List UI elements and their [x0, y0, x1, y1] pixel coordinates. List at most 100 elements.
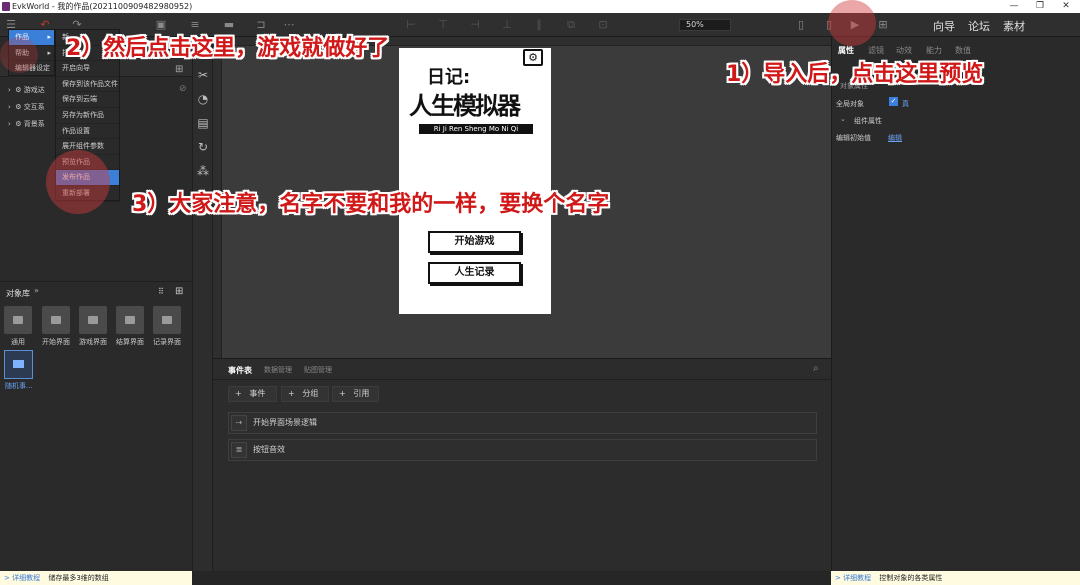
random-event-object[interactable]	[4, 350, 33, 379]
align-top-icon[interactable]: ⊥	[500, 18, 514, 31]
submenu-item[interactable]: 作品设置	[56, 124, 119, 140]
left-status-bar: > 详细教程 储存最多3维的数组	[0, 571, 192, 585]
add-object-icon[interactable]: ⊞	[175, 286, 183, 297]
add-group-button[interactable]: + 分组	[281, 386, 329, 402]
folder-icon	[13, 316, 23, 324]
flow-icon: ⇢	[231, 415, 247, 431]
scissors-icon[interactable]: ✂	[196, 68, 210, 82]
global-object-label: 全局对象	[836, 100, 864, 108]
layer-icon[interactable]: ⧉	[564, 18, 578, 31]
hide-icon[interactable]: ⊘	[179, 84, 187, 94]
align-center-icon[interactable]: ⊤	[436, 18, 450, 31]
global-value: 真	[902, 100, 909, 108]
add-reference-button[interactable]: + 引用	[332, 386, 379, 402]
folder-icon	[125, 316, 135, 324]
align-right-icon[interactable]: ⊣	[468, 18, 482, 31]
preview-highlight	[828, 0, 876, 46]
object-label: 结算界面	[116, 338, 144, 346]
submenu-item[interactable]: 保存到该作品文件	[56, 77, 119, 93]
speed-icon[interactable]: ◔	[196, 92, 210, 106]
settings-gear-icon[interactable]: ⚙	[523, 49, 543, 66]
object-folder[interactable]	[116, 306, 144, 334]
publish-icon[interactable]: ⊞	[876, 18, 890, 31]
refresh-icon[interactable]: ↻	[196, 140, 210, 154]
phone-portrait-icon[interactable]: ▯	[794, 18, 808, 31]
library-title: 对象库	[6, 289, 30, 298]
tree-item[interactable]: › ⚙ 游戏达	[8, 85, 45, 95]
folder-icon	[51, 316, 61, 324]
event-row-label: 开始界面场景逻辑	[253, 418, 317, 427]
data-table-icon	[13, 360, 24, 368]
annotation-step3: 3）大家注意，名字不要和我的一样，要换个名字	[132, 192, 610, 217]
lock-icon[interactable]: ⊡	[596, 18, 610, 31]
object-label: 游戏界面	[79, 338, 107, 346]
nodes-icon[interactable]: ⁂	[196, 164, 210, 178]
search-icon[interactable]: ⌕	[813, 363, 819, 374]
add-event-button[interactable]: + 事件	[228, 386, 277, 402]
submenu-item[interactable]: 开启向导	[56, 61, 119, 77]
object-folder[interactable]	[153, 306, 181, 334]
grid-view-icon[interactable]: ⠿	[158, 287, 164, 296]
tutorial-link[interactable]: > 详细教程	[0, 574, 40, 582]
annotation-step2: 2）然后点击这里，游戏就做好了	[66, 36, 390, 61]
object-label: 通用	[11, 338, 25, 346]
minimize-button[interactable]: —	[1002, 0, 1026, 13]
annotation-step1: 1）导入后，点击这里预览	[726, 62, 984, 87]
tool-strip: ✂ ◔ ▤ ↻ ⁂	[192, 37, 213, 571]
right-panel: 属性 滤镜 动效 能力 数值 [对 对象属性 全局对象 ✓ 真 ⌄ 组件属性 编…	[831, 37, 1080, 571]
random-event-label: 随机事...	[5, 382, 33, 390]
global-checkbox[interactable]: ✓	[889, 97, 898, 106]
object-folder[interactable]	[42, 306, 70, 334]
object-folder[interactable]	[4, 306, 32, 334]
folder-icon	[162, 316, 172, 324]
tab-ability[interactable]: 能力	[926, 45, 942, 56]
add-scene-icon[interactable]: ⊞	[175, 64, 183, 75]
distribute-icon[interactable]: ∥	[532, 18, 546, 31]
close-button[interactable]: ✕	[1054, 0, 1078, 13]
status-text: 控制对象的各类属性	[879, 574, 943, 582]
object-label: 开始界面	[42, 338, 70, 346]
tab-sticker-manage[interactable]: 贴图管理	[304, 365, 332, 375]
publish-highlight	[46, 150, 110, 214]
tab-filters[interactable]: 滤镜	[868, 45, 884, 56]
window-title: EvkWorld - 我的作品(20211009094829809​52)	[12, 2, 193, 11]
edit-init-label: 编辑初始值	[836, 134, 871, 142]
picture-icon[interactable]: ▤	[196, 116, 210, 130]
chevron-down-icon[interactable]: ⌄	[840, 115, 846, 123]
event-row[interactable]: ⇢ 开始界面场景逻辑	[228, 412, 817, 434]
expand-icon[interactable]: »	[34, 286, 39, 295]
zoom-select[interactable]: 50%	[679, 19, 731, 31]
window-titlebar: EvkWorld - 我的作品(20211009094829809​52) — …	[0, 0, 1080, 13]
object-folder[interactable]	[79, 306, 107, 334]
tab-data-manage[interactable]: 数据管理	[264, 365, 292, 375]
tree-item[interactable]: › ⚙ 交互系	[8, 102, 45, 112]
game-subtitle: Ri Ji Ren Sheng Mo Ni Qi	[419, 124, 533, 134]
maximize-button[interactable]: ❐	[1028, 0, 1052, 13]
object-label: 记录界面	[153, 338, 181, 346]
align-left-icon[interactable]: ⊢	[404, 18, 418, 31]
event-row[interactable]: ≣ 按钮音效	[228, 439, 817, 461]
nav-forum[interactable]: 论坛	[968, 18, 990, 34]
tab-properties[interactable]: 属性	[838, 45, 854, 56]
submenu-item[interactable]: 保存到云端	[56, 92, 119, 108]
right-status-bar: > 详细教程 控制对象的各类属性	[831, 571, 1080, 585]
game-title-line2: 人生模拟器	[409, 92, 521, 120]
tab-animation[interactable]: 动效	[896, 45, 912, 56]
event-panel: 事件表 数据管理 贴图管理 ⌕ + 事件 + 分组 + 引用 ⇢ 开始界面场景逻…	[213, 358, 831, 571]
edit-init-link[interactable]: 编辑	[888, 133, 902, 143]
submenu-item[interactable]: 另存为新作品	[56, 108, 119, 124]
tab-event-sheet[interactable]: 事件表	[228, 365, 252, 376]
event-row-label: 按钮音效	[253, 445, 285, 454]
tree-item[interactable]: › ⚙ 背景系	[8, 119, 45, 129]
tab-values[interactable]: 数值	[955, 45, 971, 56]
menu-highlight	[0, 37, 38, 73]
nav-guide[interactable]: 向导	[933, 18, 955, 34]
list-icon: ≣	[231, 442, 247, 458]
nav-assets[interactable]: 素材	[1003, 18, 1025, 34]
phone-preview[interactable]: ⚙ 日记: 人生模拟器 Ri Ji Ren Sheng Mo Ni Qi 开始游…	[399, 48, 551, 314]
tutorial-link[interactable]: > 详细教程	[831, 574, 871, 582]
life-record-button[interactable]: 人生记录	[428, 262, 521, 284]
app-icon	[2, 2, 10, 11]
folder-icon	[88, 316, 98, 324]
start-game-button[interactable]: 开始游戏	[428, 231, 521, 253]
